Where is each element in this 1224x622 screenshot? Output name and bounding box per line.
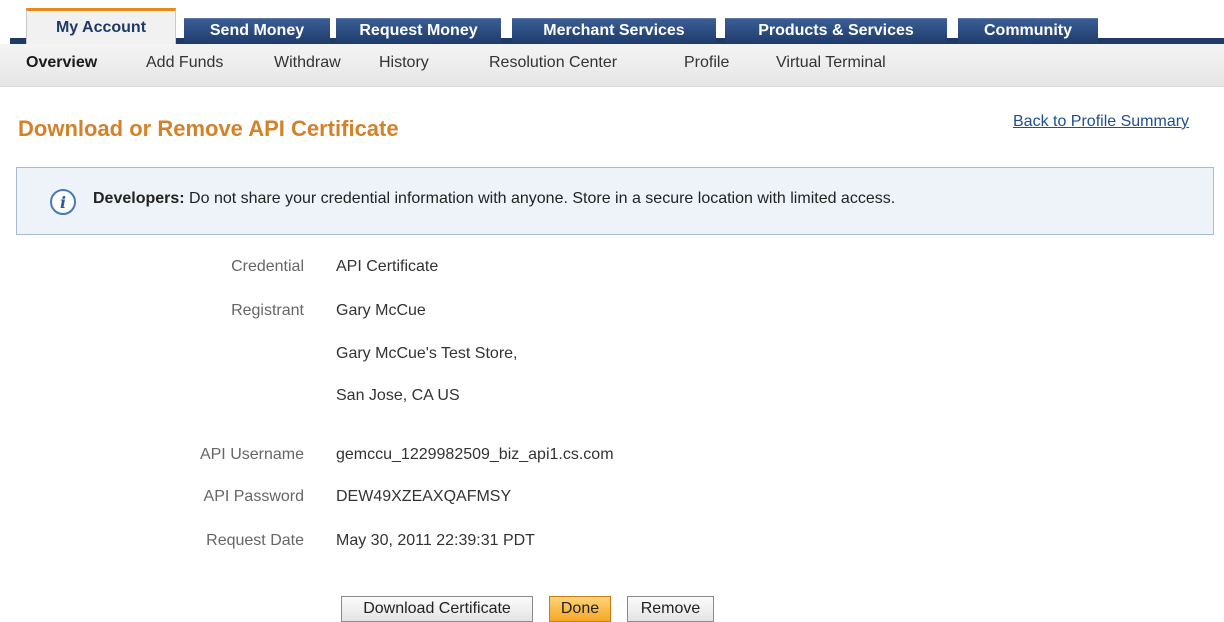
request-date-row: Request Date May 30, 2011 22:39:31 PDT (0, 532, 1224, 552)
registrant-store-row: Gary McCue's Test Store, (0, 345, 1224, 365)
api-password-row: API Password DEW49XZEAXQAFMSY (0, 488, 1224, 508)
registrant-location: San Jose, CA US (336, 387, 460, 404)
api-username-label: API Username (199, 446, 304, 463)
notice-text: Developers: Do not share your credential… (93, 190, 895, 208)
tab-community[interactable]: Community (958, 18, 1098, 43)
api-username-row: API Username gemccu_1229982509_biz_api1.… (0, 446, 1224, 466)
registrant-row: Registrant Gary McCue (0, 302, 1224, 322)
remove-button[interactable]: Remove (627, 596, 714, 622)
subnav-overview[interactable]: Overview (26, 44, 97, 82)
api-password-label: API Password (203, 488, 304, 505)
notice-bold-label: Developers: (93, 190, 185, 207)
credential-value: API Certificate (336, 258, 439, 275)
done-button[interactable]: Done (549, 596, 611, 622)
credential-label: Credential (231, 258, 304, 275)
api-password-value: DEW49XZEAXQAFMSY (336, 488, 512, 505)
main-tab-bar: My Account Send Money Request Money Merc… (0, 0, 1224, 44)
secondary-nav: Overview Add Funds Withdraw History Reso… (0, 44, 1224, 87)
api-username-value: gemccu_1229982509_biz_api1.cs.com (336, 446, 614, 463)
tab-merchant-services[interactable]: Merchant Services (512, 18, 716, 43)
download-certificate-button[interactable]: Download Certificate (341, 596, 533, 622)
tab-products-services[interactable]: Products & Services (725, 18, 947, 43)
registrant-name: Gary McCue (336, 302, 426, 319)
subnav-add-funds[interactable]: Add Funds (146, 44, 223, 82)
subnav-withdraw[interactable]: Withdraw (274, 44, 341, 82)
page-title: Download or Remove API Certificate (18, 116, 399, 141)
subnav-virtual-terminal[interactable]: Virtual Terminal (776, 44, 886, 82)
subnav-history[interactable]: History (379, 44, 429, 82)
credential-row: Credential API Certificate (0, 258, 1224, 278)
info-icon: i (50, 189, 76, 215)
subnav-profile[interactable]: Profile (684, 44, 729, 82)
registrant-store: Gary McCue's Test Store, (336, 345, 518, 362)
request-date-label: Request Date (206, 532, 304, 549)
registrant-location-row: San Jose, CA US (0, 387, 1224, 407)
registrant-label: Registrant (231, 302, 304, 319)
tab-send-money[interactable]: Send Money (184, 18, 330, 43)
tab-my-account[interactable]: My Account (26, 8, 176, 44)
developer-notice: i Developers: Do not share your credenti… (16, 167, 1214, 235)
request-date-value: May 30, 2011 22:39:31 PDT (336, 532, 535, 549)
tab-request-money[interactable]: Request Money (336, 18, 501, 43)
back-to-profile-link[interactable]: Back to Profile Summary (1013, 113, 1189, 131)
notice-message: Do not share your credential information… (184, 190, 896, 207)
subnav-resolution-center[interactable]: Resolution Center (489, 44, 617, 82)
